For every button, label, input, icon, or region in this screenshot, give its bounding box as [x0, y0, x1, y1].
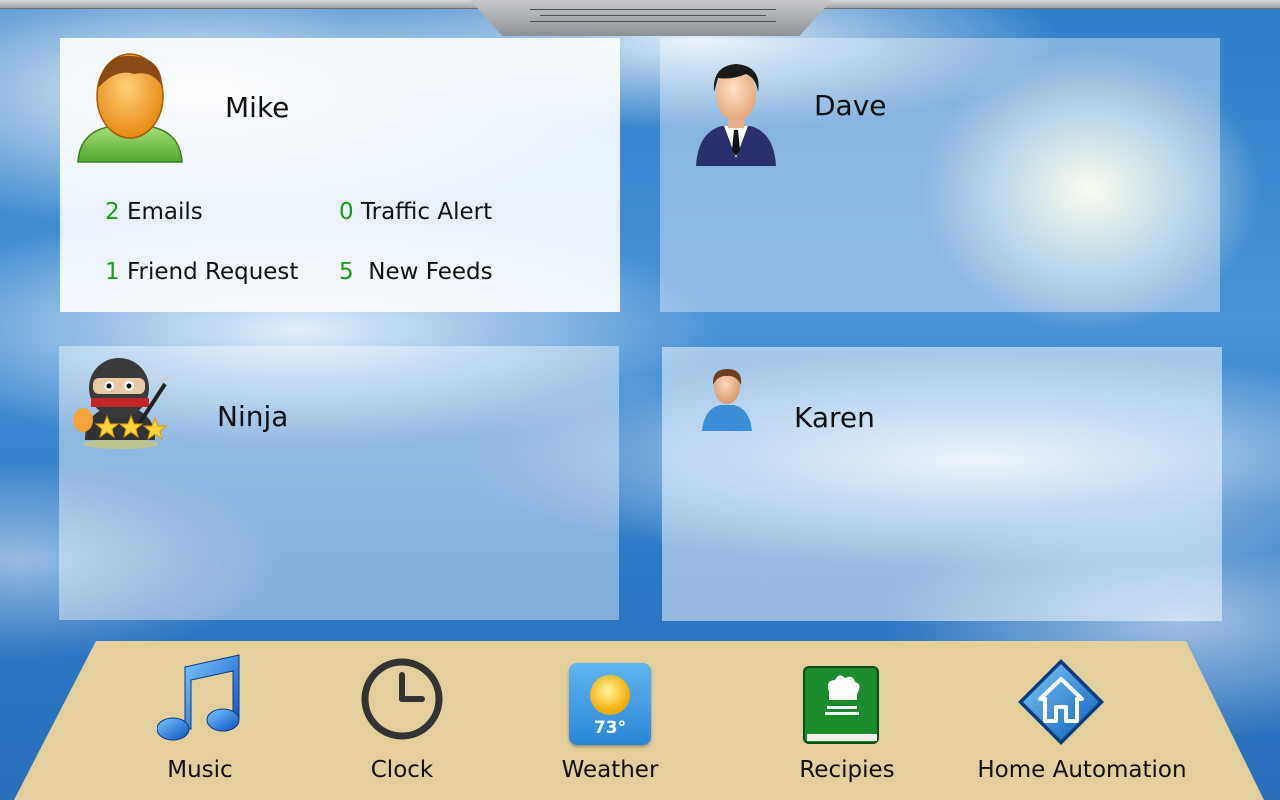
user-card-karen[interactable]: Karen: [662, 347, 1222, 621]
weather-sun-icon[interactable]: 73°: [569, 663, 651, 745]
stat-count: 1: [105, 259, 120, 285]
app-label-recipies[interactable]: Recipies: [777, 757, 917, 783]
notch-line: [530, 21, 776, 22]
stat-count: 2: [105, 199, 120, 225]
stat-label: New Feeds: [360, 259, 493, 285]
ninja-icon: [71, 354, 171, 456]
stat-label: Traffic Alert: [360, 199, 493, 225]
user-card-mike[interactable]: Mike 2 Emails 0 Traffic Alert 1 Friend R…: [60, 38, 620, 312]
stat-new-feeds[interactable]: 5 New Feeds: [339, 259, 493, 285]
clock-icon[interactable]: [360, 657, 444, 745]
top-notch: [470, 0, 832, 36]
user-name: Ninja: [217, 400, 289, 433]
stat-count: 0: [339, 199, 354, 225]
green-user-icon: [76, 52, 184, 170]
app-label-clock[interactable]: Clock: [342, 757, 462, 783]
stat-label: Emails: [126, 199, 203, 225]
businessman-icon: [694, 60, 778, 172]
weather-temperature: 73°: [593, 718, 627, 738]
app-label-weather[interactable]: Weather: [540, 757, 680, 783]
app-label-home-automation[interactable]: Home Automation: [962, 757, 1202, 783]
user-card-dave[interactable]: Dave: [660, 38, 1220, 312]
app-label-music[interactable]: Music: [140, 757, 260, 783]
stat-label: Friend Request: [126, 259, 299, 285]
user-name: Karen: [794, 401, 875, 434]
recipe-book-icon[interactable]: [803, 666, 881, 750]
stat-emails[interactable]: 2 Emails: [105, 199, 203, 225]
stat-traffic-alert[interactable]: 0 Traffic Alert: [339, 199, 492, 225]
blue-user-icon: [700, 367, 754, 437]
stat-count: 5: [339, 259, 354, 285]
stat-friend-request[interactable]: 1 Friend Request: [105, 259, 298, 285]
user-card-ninja[interactable]: Ninja: [59, 346, 619, 620]
notch-line: [530, 9, 776, 10]
home-icon[interactable]: [1016, 657, 1106, 751]
notch-line: [540, 15, 766, 16]
music-note-icon[interactable]: [156, 653, 243, 747]
user-name: Dave: [814, 89, 887, 122]
user-name: Mike: [225, 91, 290, 124]
